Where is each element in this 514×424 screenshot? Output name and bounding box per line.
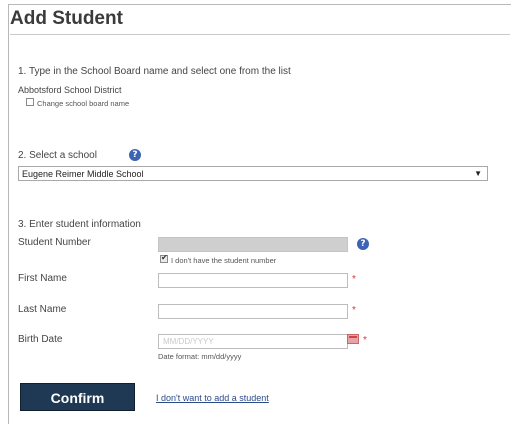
cancel-add-student-link[interactable]: I don't want to add a student — [156, 393, 269, 403]
student-number-input[interactable] — [158, 237, 348, 252]
help-icon[interactable]: ? — [129, 149, 141, 161]
page-title: Add Student — [10, 8, 123, 29]
school-select[interactable]: Eugene Reimer Middle School ▼ — [18, 166, 488, 181]
step-1-label: 1. Type in the School Board name and sel… — [18, 66, 291, 77]
step-2-label: 2. Select a school — [18, 150, 97, 161]
chevron-down-icon: ▼ — [474, 169, 482, 178]
calendar-icon[interactable] — [347, 334, 359, 344]
last-name-label: Last Name — [18, 304, 67, 315]
no-student-number-checkbox[interactable] — [160, 253, 168, 263]
birth-date-label: Birth Date — [18, 334, 63, 345]
help-icon[interactable]: ? — [357, 238, 369, 250]
first-name-input[interactable] — [158, 273, 348, 288]
date-format-hint: Date format: mm/dd/yyyy — [158, 352, 242, 361]
student-number-label: Student Number — [18, 237, 91, 248]
required-marker: * — [352, 305, 356, 316]
title-divider — [10, 34, 510, 35]
selected-school-board: Abbotsford School District — [18, 85, 122, 95]
step-3-label: 3. Enter student information — [18, 219, 141, 230]
required-marker: * — [352, 274, 356, 285]
required-marker: * — [363, 335, 367, 346]
last-name-input[interactable] — [158, 304, 348, 319]
no-student-number-label: I don't have the student number — [171, 256, 277, 265]
birth-date-input[interactable]: MM/DD/YYYY — [158, 334, 348, 349]
birth-date-placeholder: MM/DD/YYYY — [163, 337, 214, 346]
change-board-label: Change school board name — [37, 99, 130, 108]
change-board-checkbox[interactable] — [26, 98, 34, 106]
first-name-label: First Name — [18, 273, 67, 284]
school-select-value: Eugene Reimer Middle School — [22, 169, 144, 179]
confirm-button[interactable]: Confirm — [20, 383, 135, 411]
